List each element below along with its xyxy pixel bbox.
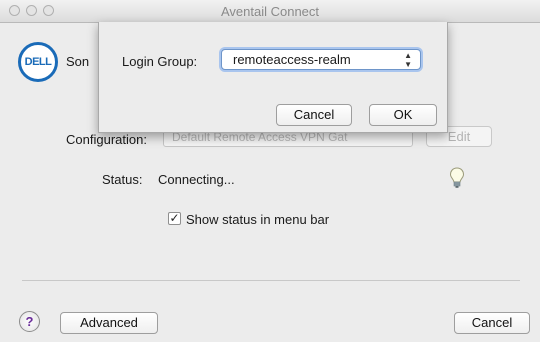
show-status-checkbox[interactable]: ✓ bbox=[168, 212, 181, 225]
ok-button[interactable]: OK bbox=[369, 104, 437, 126]
updown-arrows-icon: ▲ ▼ bbox=[404, 51, 412, 69]
window-title: Aventail Connect bbox=[220, 4, 320, 19]
sheet-cancel-button[interactable]: Cancel bbox=[276, 104, 352, 126]
login-group-value: remoteaccess-realm bbox=[233, 52, 351, 67]
cancel-button[interactable]: Cancel bbox=[454, 312, 530, 334]
login-group-select[interactable]: remoteaccess-realm ▲ ▼ bbox=[221, 49, 421, 70]
title-bar: Aventail Connect bbox=[0, 0, 540, 23]
login-group-sheet: Login Group: remoteaccess-realm ▲ ▼ Cance… bbox=[98, 22, 448, 133]
dell-logo-icon: DELL bbox=[18, 42, 58, 82]
show-status-label: Show status in menu bar bbox=[186, 212, 330, 227]
lightbulb-icon bbox=[449, 167, 465, 192]
status-label: Status: bbox=[102, 172, 143, 187]
advanced-button[interactable]: Advanced bbox=[60, 312, 158, 334]
configuration-label: Configuration: bbox=[66, 132, 147, 147]
divider bbox=[22, 280, 520, 281]
status-value: Connecting... bbox=[158, 172, 235, 187]
login-group-label: Login Group: bbox=[122, 54, 198, 69]
logo-side-text: Son bbox=[66, 54, 90, 69]
help-button[interactable]: ? bbox=[19, 311, 40, 332]
